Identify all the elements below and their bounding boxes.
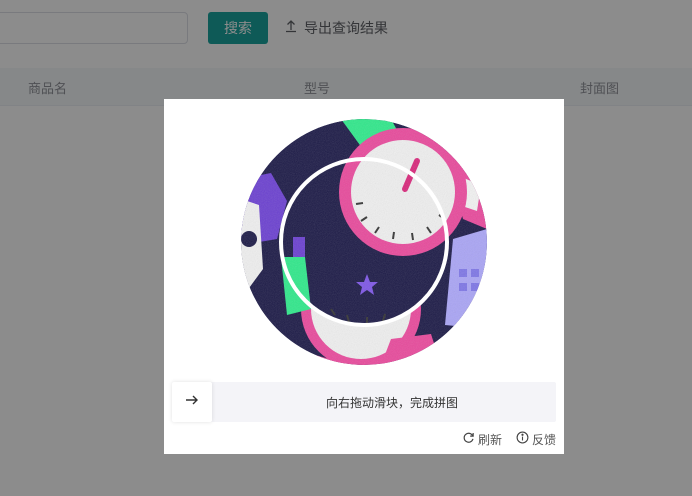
- slider-hint: 向右拖动滑块，完成拼图: [325, 395, 458, 410]
- feedback-label: 反馈: [531, 432, 556, 447]
- slider-handle[interactable]: [172, 382, 212, 422]
- slider-track: 向右拖动滑块，完成拼图: [172, 382, 556, 422]
- refresh-label: 刷新: [477, 432, 502, 447]
- info-icon: [516, 431, 529, 447]
- captcha-puzzle-image: [241, 119, 487, 365]
- feedback-button[interactable]: 反馈: [516, 431, 556, 448]
- captcha-footer: 刷新 反馈: [462, 430, 556, 448]
- refresh-button[interactable]: 刷新: [462, 431, 502, 448]
- arrow-right-icon: [184, 392, 200, 412]
- refresh-icon: [462, 431, 475, 447]
- rotate-captcha-dialog: 向右拖动滑块，完成拼图 刷新 反馈: [164, 99, 564, 454]
